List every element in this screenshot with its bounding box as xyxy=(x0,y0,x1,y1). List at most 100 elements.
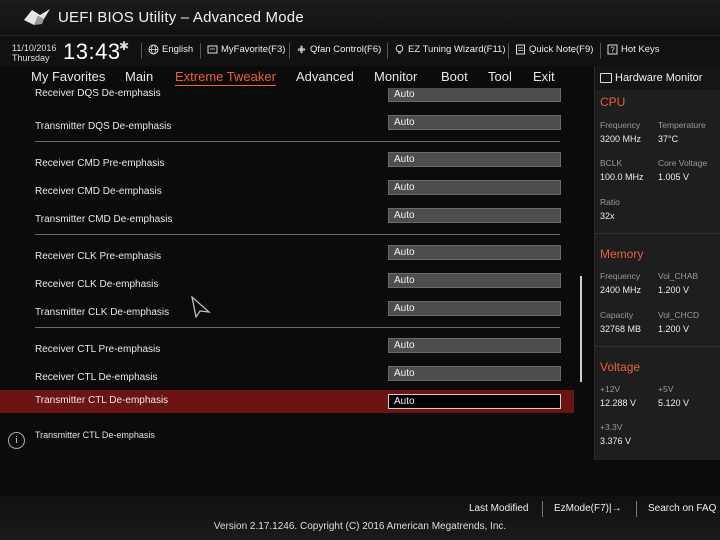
setting-row[interactable]: Receiver CLK Pre-emphasis Auto xyxy=(0,245,594,273)
settings-list: Receiver DQS De-emphasis Auto Transmitte… xyxy=(0,88,594,418)
vol-chab-label: Vol_CHAB xyxy=(658,271,699,281)
hot-keys-button[interactable]: ? Hot Keys xyxy=(607,44,660,55)
capacity-value: 32768 MB xyxy=(600,324,642,334)
core-voltage-label: Core Voltage xyxy=(658,158,708,168)
bclk-label: BCLK xyxy=(600,158,623,168)
separator xyxy=(600,43,601,59)
memory-heading: Memory xyxy=(600,247,644,261)
cpu-frequency-value: 3200 MHz xyxy=(600,134,642,144)
setting-row-selected[interactable]: Transmitter CTL De-emphasis Auto xyxy=(0,390,574,413)
capacity-label: Capacity xyxy=(600,310,634,320)
setting-value-field[interactable]: Auto xyxy=(388,208,561,223)
setting-label: Receiver CTL Pre-emphasis xyxy=(35,344,161,355)
setting-label: Transmitter DQS De-emphasis xyxy=(35,121,172,132)
app-title: UEFI BIOS Utility – Advanced Mode xyxy=(58,9,304,26)
memory-frequency-value: 2400 MHz xyxy=(600,285,642,295)
language-button[interactable]: English xyxy=(148,44,193,55)
setting-value-field[interactable]: Auto xyxy=(388,88,561,102)
setting-label: Receiver CLK De-emphasis xyxy=(35,279,159,290)
group-divider xyxy=(35,141,560,142)
hardware-monitor-header: Hardware Monitor xyxy=(595,66,720,90)
separator xyxy=(508,43,509,59)
setting-value-field[interactable]: Auto xyxy=(388,301,561,316)
search-faq-button[interactable]: Search on FAQ xyxy=(648,503,716,514)
voltage-heading: Voltage xyxy=(600,360,641,374)
v5-value: 5.120 V xyxy=(658,398,690,408)
day-text: Thursday xyxy=(12,53,50,63)
v33-label: +3.3V xyxy=(600,422,623,432)
info-bar: 11/10/2016 Thursday 13:43 ✱ English MyFa… xyxy=(0,36,720,66)
setting-label: Receiver CLK Pre-emphasis xyxy=(35,251,162,262)
setting-label: Receiver DQS De-emphasis xyxy=(35,88,161,99)
vol-chab-value: 1.200 V xyxy=(658,285,690,295)
hot-keys-label: Hot Keys xyxy=(621,44,660,55)
tab-advanced[interactable]: Advanced xyxy=(296,69,354,84)
tab-boot[interactable]: Boot xyxy=(441,69,468,84)
setting-row[interactable]: Transmitter CLK De-emphasis Auto xyxy=(0,301,594,329)
v12-label: +12V xyxy=(600,384,621,394)
bclk-value: 100.0 MHz xyxy=(600,172,644,182)
group-divider xyxy=(35,234,560,235)
help-panel: i Transmitter CTL De-emphasis xyxy=(0,418,594,460)
tab-main[interactable]: Main xyxy=(125,69,153,84)
setting-row[interactable]: Receiver CMD Pre-emphasis Auto xyxy=(0,152,594,180)
separator xyxy=(200,43,201,59)
clock-display: 13:43 xyxy=(63,39,121,64)
note-icon xyxy=(516,44,525,55)
setting-value-field[interactable]: Auto xyxy=(388,152,561,167)
quick-note-button[interactable]: Quick Note(F9) xyxy=(515,44,593,55)
setting-value-field[interactable]: Auto xyxy=(388,366,561,381)
tab-exit[interactable]: Exit xyxy=(533,69,555,84)
title-bar: UEFI BIOS Utility – Advanced Mode xyxy=(0,0,720,36)
ez-tuning-button[interactable]: EZ Tuning Wizard(F11) xyxy=(394,44,506,55)
group-divider xyxy=(35,327,560,328)
setting-row[interactable]: Receiver CLK De-emphasis Auto xyxy=(0,273,594,301)
setting-label: Receiver CTL De-emphasis xyxy=(35,372,158,383)
setting-row[interactable]: Receiver DQS De-emphasis Auto xyxy=(0,88,594,115)
setting-value-field[interactable]: Auto xyxy=(388,115,561,130)
section-divider xyxy=(595,346,720,347)
cpu-temperature-label: Temperature xyxy=(658,120,706,130)
bulb-icon xyxy=(395,44,404,54)
last-modified-button[interactable]: Last Modified xyxy=(469,503,528,514)
rog-logo-icon xyxy=(24,9,50,25)
myfavorite-button[interactable]: MyFavorite(F3) xyxy=(207,44,285,55)
separator xyxy=(542,501,543,517)
gear-icon[interactable]: ✱ xyxy=(119,39,129,53)
setting-row[interactable]: Receiver CMD De-emphasis Auto xyxy=(0,180,594,208)
vol-chcd-value: 1.200 V xyxy=(658,324,690,334)
qfan-label: Qfan Control(F6) xyxy=(310,44,382,55)
tab-my-favorites[interactable]: My Favorites xyxy=(31,69,105,84)
setting-row[interactable]: Receiver CTL Pre-emphasis Auto xyxy=(0,338,594,366)
svg-text:?: ? xyxy=(610,46,615,55)
setting-value-field[interactable]: Auto xyxy=(388,245,561,260)
copyright-text: Version 2.17.1246. Copyright (C) 2016 Am… xyxy=(213,521,507,532)
setting-value-field[interactable]: Auto xyxy=(388,273,561,288)
help-text: Transmitter CTL De-emphasis xyxy=(35,430,155,440)
ratio-value: 32x xyxy=(600,211,615,221)
setting-value-field[interactable]: Auto xyxy=(388,180,561,195)
tab-monitor[interactable]: Monitor xyxy=(374,69,417,84)
quick-note-label: Quick Note(F9) xyxy=(529,44,594,55)
setting-row[interactable]: Transmitter CMD De-emphasis Auto xyxy=(0,208,594,236)
v12-value: 12.288 V xyxy=(600,398,637,408)
setting-value-field[interactable]: Auto xyxy=(388,338,561,353)
date-display: 11/10/2016 Thursday xyxy=(12,43,56,63)
hardware-monitor-panel: Hardware Monitor CPU Frequency Temperatu… xyxy=(594,66,720,460)
setting-value-field[interactable]: Auto xyxy=(388,394,561,409)
ratio-label: Ratio xyxy=(600,197,620,207)
mouse-cursor-icon xyxy=(191,296,211,318)
scrollbar[interactable] xyxy=(580,276,582,382)
ezmode-button[interactable]: EzMode(F7)|→ xyxy=(554,503,622,514)
hardware-monitor-title: Hardware Monitor xyxy=(615,72,703,84)
cpu-frequency-label: Frequency xyxy=(600,120,641,130)
monitor-icon xyxy=(600,73,612,83)
separator xyxy=(289,43,290,59)
globe-icon xyxy=(148,44,159,55)
tab-tool[interactable]: Tool xyxy=(488,69,512,84)
tab-extreme-tweaker[interactable]: Extreme Tweaker xyxy=(175,69,276,86)
qfan-button[interactable]: Qfan Control(F6) xyxy=(296,44,381,55)
setting-row[interactable]: Transmitter DQS De-emphasis Auto xyxy=(0,115,594,143)
favorite-icon xyxy=(207,45,218,54)
setting-label: Receiver CMD De-emphasis xyxy=(35,186,162,197)
